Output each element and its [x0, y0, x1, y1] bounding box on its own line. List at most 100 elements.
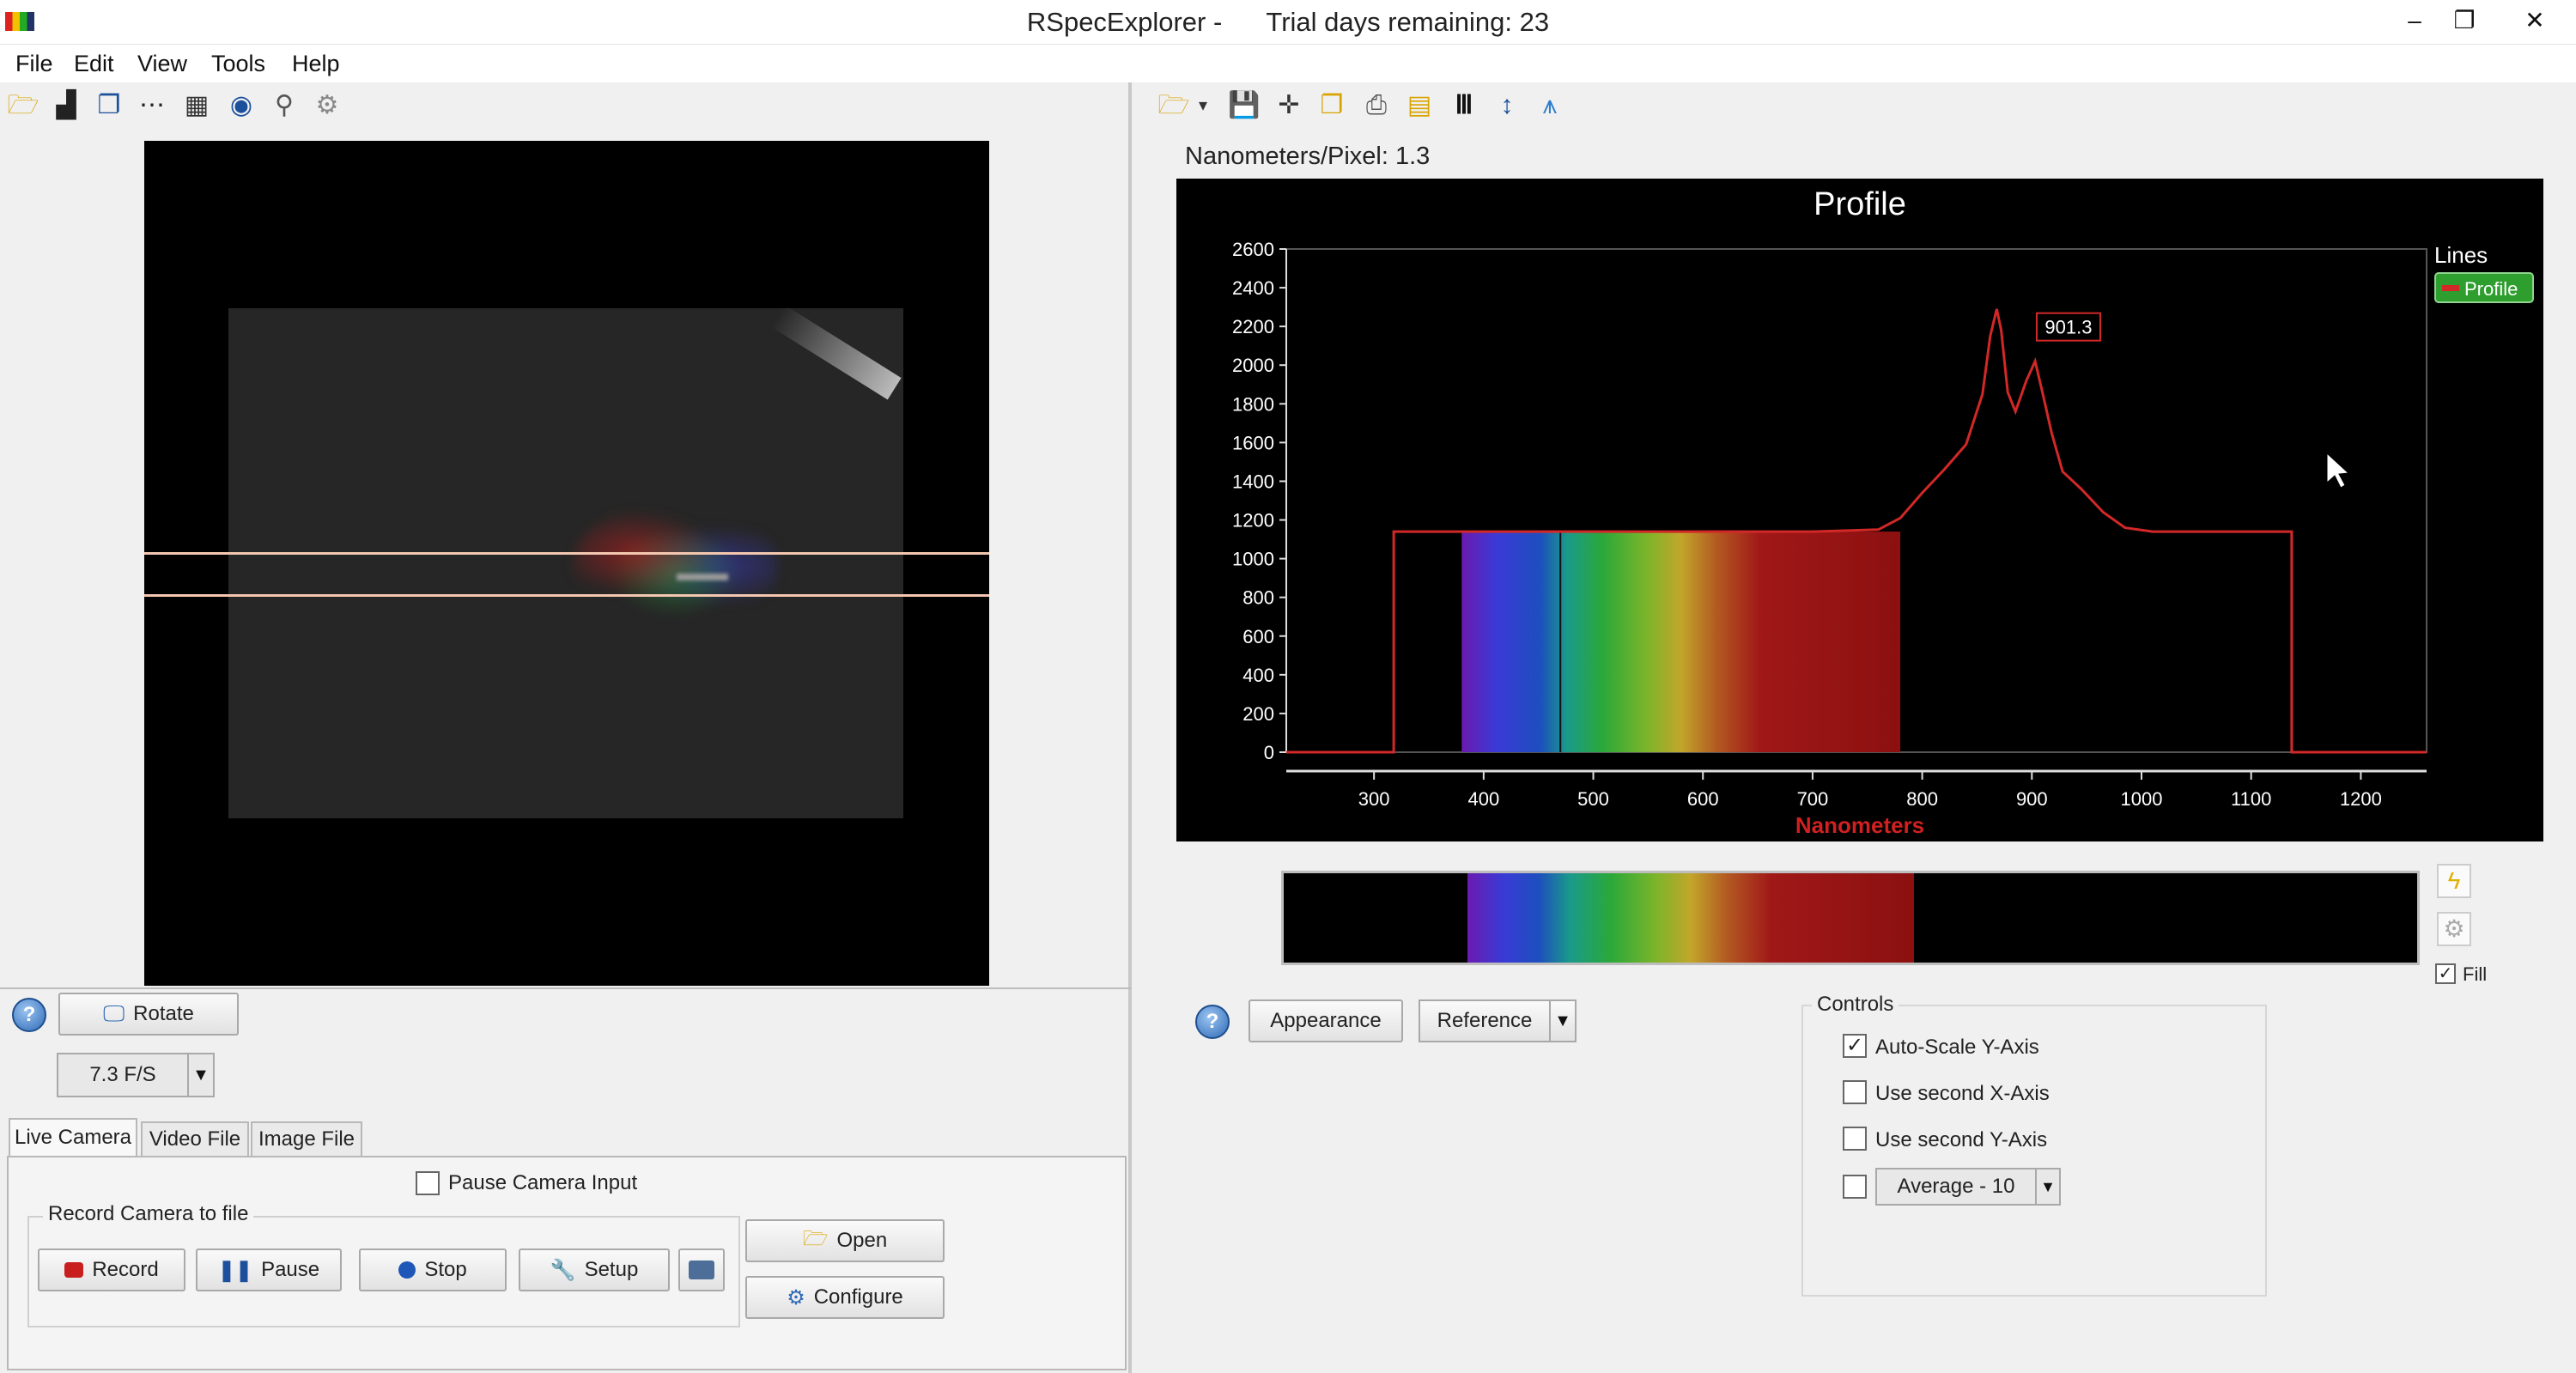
- chevron-down-icon[interactable]: ▼: [187, 1054, 213, 1096]
- x-tick-label: 1000: [2121, 788, 2163, 810]
- glare: [771, 305, 902, 400]
- second-y-checkbox[interactable]: [1843, 1127, 1867, 1151]
- open-folder-icon[interactable]: 🗁: [7, 89, 39, 122]
- crosshair-icon[interactable]: ✛: [1273, 89, 1305, 122]
- help-icon[interactable]: ◉: [225, 89, 258, 122]
- x-tick-label: 800: [1906, 788, 1938, 810]
- legend-label-profile: Profile: [2464, 278, 2518, 300]
- pause-camera-checkbox[interactable]: [416, 1171, 440, 1195]
- average-value: Average - 10: [1897, 1175, 2015, 1198]
- save-icon[interactable]: 💾: [1228, 89, 1261, 122]
- configure-label: Configure: [813, 1285, 903, 1309]
- pause-label: Pause: [261, 1258, 320, 1281]
- export-icon[interactable]: ▤: [1403, 89, 1436, 122]
- profile-chart[interactable]: Profile 0 200 400 600 800 1000 1200 1400 1600 180…: [1176, 179, 2543, 841]
- fill-checkbox[interactable]: ✓: [2435, 963, 2456, 984]
- record-button[interactable]: Record: [38, 1248, 185, 1291]
- appearance-button[interactable]: Appearance: [1249, 999, 1403, 1042]
- open-button[interactable]: 🗁 Open: [745, 1219, 945, 1262]
- spectrum-fill-band: [1461, 532, 1901, 752]
- tab-image-file[interactable]: Image File: [251, 1121, 362, 1156]
- menu-help[interactable]: Help: [292, 45, 340, 82]
- menu-bar: File Edit View Tools Help: [0, 45, 2576, 82]
- setup-label: Setup: [584, 1258, 639, 1281]
- rotate-button[interactable]: 🖵 Rotate: [58, 993, 239, 1036]
- y-tick-label: 800: [1242, 587, 1274, 609]
- x-tick-label: 600: [1687, 788, 1719, 810]
- spectrum-fill: [1461, 532, 1901, 752]
- histogram-icon[interactable]: ▟: [50, 89, 82, 122]
- open-folder-icon[interactable]: 🗁: [1157, 89, 1190, 122]
- menu-view[interactable]: View: [137, 45, 187, 82]
- vertical-scale-icon[interactable]: ↕: [1491, 89, 1523, 122]
- gear-small-icon: ⚙: [787, 1285, 805, 1309]
- spectrum-band: [1467, 873, 1914, 963]
- menu-file[interactable]: File: [15, 45, 53, 82]
- restore-button[interactable]: ❐: [2435, 0, 2494, 41]
- y-tick-label: 200: [1242, 703, 1274, 725]
- y-tick-label: 1400: [1232, 471, 1274, 492]
- camera-pane: 🗁 ▟ ❐ ⋯ ▦ ◉ ⚲ ⚙ ? 🖵 Rotate 7.3 F/S ▼ Liv…: [0, 82, 1132, 1373]
- x-tick-label: 1100: [2231, 788, 2271, 810]
- configure-button[interactable]: ⚙ Configure: [745, 1276, 945, 1319]
- spectrum-blob: [572, 501, 778, 630]
- divider: [0, 987, 1132, 989]
- y-tick-label: 2600: [1232, 239, 1274, 260]
- copy-windows-icon[interactable]: ❐: [93, 89, 125, 122]
- spectrum-pane: 🗁 ▾ 💾 ✛ ❐ ⎙ ▤ Ⅲ ↕ ⩚ Nanometers/Pixel: 1.…: [1135, 82, 2576, 1373]
- fill-label: Fill: [2463, 963, 2488, 985]
- pause-icon: ❚❚: [217, 1258, 253, 1282]
- camera-icon: [689, 1261, 714, 1279]
- chevron-down-icon[interactable]: ▾: [1187, 89, 1219, 122]
- copy-icon[interactable]: ❐: [1315, 89, 1348, 122]
- close-button[interactable]: ✕: [2506, 0, 2564, 41]
- second-x-checkbox[interactable]: [1843, 1080, 1867, 1104]
- menu-tools[interactable]: Tools: [211, 45, 265, 82]
- fps-select[interactable]: 7.3 F/S ▼: [57, 1053, 215, 1097]
- folder-icon: 🗁: [802, 1226, 829, 1250]
- print-icon[interactable]: ⎙: [1360, 89, 1393, 122]
- chevron-down-icon[interactable]: ▼: [2035, 1169, 2059, 1204]
- y-tick-label: 2400: [1232, 277, 1274, 299]
- tab-video-file[interactable]: Video File: [141, 1121, 249, 1156]
- magnifier-icon[interactable]: ⚲: [268, 89, 301, 122]
- lightning-icon[interactable]: ϟ: [2437, 864, 2471, 898]
- snapshot-button[interactable]: [678, 1248, 725, 1291]
- pause-button[interactable]: ❚❚ Pause: [196, 1248, 342, 1291]
- camera-help-button[interactable]: ?: [12, 998, 46, 1032]
- y-tick-label: 1000: [1232, 549, 1274, 570]
- bars-icon[interactable]: Ⅲ: [1448, 89, 1480, 122]
- tab-live-camera[interactable]: Live Camera: [9, 1118, 137, 1157]
- setup-button[interactable]: 🔧 Setup: [519, 1248, 670, 1291]
- dotted-line-icon[interactable]: ⋯: [136, 89, 168, 122]
- monitor-icon: 🖵: [103, 1000, 125, 1026]
- annotation-label: 901.3: [2044, 317, 2092, 338]
- x-tick-label: 500: [1577, 788, 1609, 810]
- nm-per-pixel-label: Nanometers/Pixel: 1.3: [1185, 143, 1431, 170]
- auto-scale-label: Auto-Scale Y-Axis: [1875, 1036, 2039, 1059]
- y-tick-label: 400: [1242, 665, 1274, 686]
- grid-icon[interactable]: ▦: [180, 89, 213, 122]
- chevron-down-icon[interactable]: ▼: [1549, 1001, 1575, 1041]
- average-checkbox[interactable]: [1843, 1175, 1867, 1199]
- record-icon: [64, 1262, 84, 1278]
- x-tick-label: 300: [1358, 788, 1390, 810]
- settings-icon[interactable]: ⚙: [2437, 912, 2471, 946]
- selection-line-top[interactable]: [144, 552, 989, 555]
- appearance-label: Appearance: [1270, 1009, 1382, 1032]
- selection-line-bottom[interactable]: [144, 594, 989, 597]
- peak-icon[interactable]: ⩚: [1534, 89, 1566, 122]
- chart-help-button[interactable]: ?: [1195, 1005, 1230, 1039]
- gear-icon[interactable]: ⚙: [311, 89, 343, 122]
- second-x-label: Use second X-Axis: [1875, 1082, 2050, 1105]
- y-tick-label: 1600: [1232, 432, 1274, 453]
- y-tick-label: 0: [1264, 742, 1274, 763]
- stop-button[interactable]: Stop: [359, 1248, 507, 1291]
- y-tick-label: 1800: [1232, 393, 1274, 415]
- average-select[interactable]: Average - 10 ▼: [1875, 1168, 2061, 1206]
- reference-dropdown[interactable]: Reference ▼: [1419, 999, 1577, 1042]
- menu-edit[interactable]: Edit: [74, 45, 114, 82]
- camera-view[interactable]: [144, 141, 989, 986]
- auto-scale-checkbox[interactable]: ✓: [1843, 1034, 1867, 1058]
- spectrum-strip[interactable]: [1281, 871, 2420, 965]
